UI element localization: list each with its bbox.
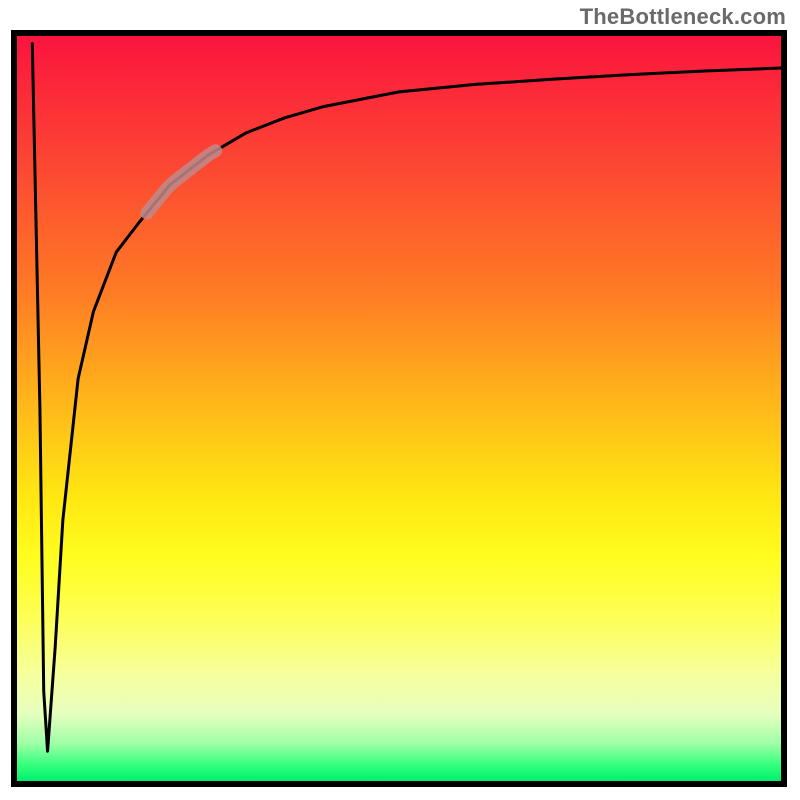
plot-frame (11, 30, 787, 787)
curve-svg (17, 36, 781, 781)
chart-container: TheBottleneck.com (0, 0, 800, 800)
watermark-text: TheBottleneck.com (580, 4, 786, 30)
main-curve (32, 43, 781, 751)
highlight-segment (147, 151, 216, 213)
